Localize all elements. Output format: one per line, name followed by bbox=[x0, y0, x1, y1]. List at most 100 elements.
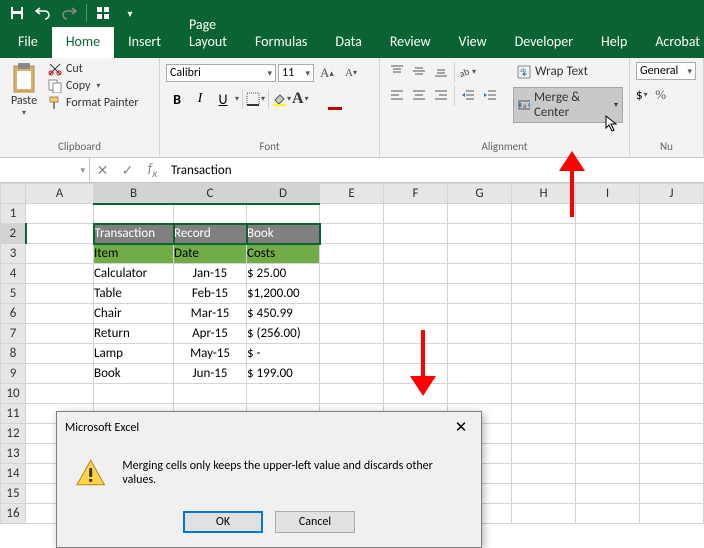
tab-file[interactable]: File bbox=[4, 27, 52, 58]
tab-developer[interactable]: Developer bbox=[501, 27, 587, 58]
row-header[interactable]: 8 bbox=[1, 344, 26, 364]
align-center-icon[interactable] bbox=[408, 86, 430, 104]
row-header[interactable]: 10 bbox=[1, 384, 26, 404]
paste-button[interactable]: Paste ▾ bbox=[6, 62, 42, 138]
format-painter-button[interactable]: Format Painter bbox=[48, 96, 139, 110]
cell[interactable]: Apr-15 bbox=[174, 324, 247, 344]
align-right-icon[interactable] bbox=[430, 86, 452, 104]
increase-indent-icon[interactable] bbox=[479, 86, 501, 104]
cancel-button[interactable]: Cancel bbox=[275, 511, 355, 533]
align-left-icon[interactable] bbox=[386, 86, 408, 104]
font-name-combo[interactable]: Calibri▾ bbox=[166, 64, 276, 82]
increase-font-icon[interactable]: A▴ bbox=[316, 62, 338, 84]
cell[interactable]: $ 450.99 bbox=[247, 304, 320, 324]
percent-button[interactable]: % bbox=[650, 84, 672, 106]
tab-acrobat[interactable]: Acrobat bbox=[641, 27, 704, 58]
fill-color-button[interactable]: ▾ bbox=[272, 92, 291, 106]
cell[interactable]: Table bbox=[94, 284, 174, 304]
copy-button[interactable]: Copy▾ bbox=[48, 79, 139, 93]
formula-input[interactable]: Transaction bbox=[165, 158, 704, 182]
cut-button[interactable]: Cut bbox=[48, 62, 139, 76]
cell[interactable]: May-15 bbox=[174, 344, 247, 364]
cell[interactable]: $1,200.00 bbox=[247, 284, 320, 304]
close-icon[interactable]: ✕ bbox=[449, 418, 473, 437]
cell[interactable]: $ 25.00 bbox=[247, 264, 320, 284]
row-header[interactable]: 14 bbox=[1, 464, 26, 484]
save-icon[interactable] bbox=[6, 2, 28, 24]
col-header[interactable]: B bbox=[94, 184, 174, 204]
ok-button[interactable]: OK bbox=[183, 511, 263, 533]
redo-icon[interactable] bbox=[58, 2, 80, 24]
row-header[interactable]: 4 bbox=[1, 264, 26, 284]
row-header[interactable]: 16 bbox=[1, 504, 26, 524]
decrease-indent-icon[interactable] bbox=[457, 86, 479, 104]
align-bottom-icon[interactable] bbox=[430, 62, 452, 80]
accounting-format-button[interactable]: $▾ bbox=[636, 84, 648, 106]
font-color-button[interactable]: A▾ bbox=[292, 90, 309, 108]
col-header[interactable]: E bbox=[320, 184, 384, 204]
cell[interactable]: $ - bbox=[247, 344, 320, 364]
cell[interactable]: Mar-15 bbox=[174, 304, 247, 324]
row-header[interactable]: 11 bbox=[1, 404, 26, 424]
cell[interactable]: Date bbox=[174, 244, 247, 264]
cell[interactable]: Calculator bbox=[94, 264, 174, 284]
cell[interactable]: Record bbox=[174, 224, 247, 244]
font-size-combo[interactable]: 11▾ bbox=[278, 64, 314, 82]
col-header[interactable]: C bbox=[174, 184, 247, 204]
wrap-text-button[interactable]: ab Wrap Text bbox=[513, 62, 623, 81]
number-format-combo[interactable]: General▾ bbox=[636, 62, 696, 80]
col-header[interactable]: I bbox=[576, 184, 640, 204]
select-all-corner[interactable] bbox=[1, 184, 26, 204]
underline-button[interactable]: U▾ bbox=[212, 88, 239, 110]
row-header[interactable]: 13 bbox=[1, 444, 26, 464]
row-header[interactable]: 5 bbox=[1, 284, 26, 304]
cancel-formula-icon[interactable]: ✕ bbox=[90, 158, 115, 182]
bold-button[interactable]: B bbox=[166, 88, 188, 110]
fx-icon[interactable]: fx bbox=[140, 158, 165, 182]
decrease-font-icon[interactable]: A▾ bbox=[340, 62, 362, 84]
touch-mode-icon[interactable] bbox=[93, 2, 115, 24]
tab-formulas[interactable]: Formulas bbox=[241, 27, 321, 58]
row-header[interactable]: 12 bbox=[1, 424, 26, 444]
cell[interactable]: Lamp bbox=[94, 344, 174, 364]
italic-button[interactable]: I bbox=[189, 88, 211, 110]
col-header[interactable]: H bbox=[512, 184, 576, 204]
orientation-button[interactable]: ab▾ bbox=[457, 62, 476, 82]
cell[interactable]: Book bbox=[94, 364, 174, 384]
name-box[interactable]: ▾ bbox=[0, 158, 90, 182]
row-header[interactable]: 15 bbox=[1, 484, 26, 504]
tab-data[interactable]: Data bbox=[321, 27, 375, 58]
cell[interactable]: Transaction bbox=[94, 224, 174, 244]
cell[interactable]: Jan-15 bbox=[174, 264, 247, 284]
tab-insert[interactable]: Insert bbox=[114, 27, 175, 58]
cell[interactable]: Chair bbox=[94, 304, 174, 324]
row-header[interactable]: 3 bbox=[1, 244, 26, 264]
col-header[interactable]: G bbox=[448, 184, 512, 204]
tab-page-layout[interactable]: Page Layout bbox=[175, 10, 241, 58]
cell[interactable]: Costs bbox=[247, 244, 320, 264]
enter-formula-icon[interactable]: ✓ bbox=[115, 158, 140, 182]
align-top-icon[interactable] bbox=[386, 62, 408, 80]
cell[interactable]: $ 199.00 bbox=[247, 364, 320, 384]
row-header[interactable]: 7 bbox=[1, 324, 26, 344]
border-button[interactable]: ▾ bbox=[246, 92, 265, 106]
tab-review[interactable]: Review bbox=[376, 27, 445, 58]
tab-view[interactable]: View bbox=[445, 27, 501, 58]
col-header[interactable]: D bbox=[247, 184, 320, 204]
cell[interactable]: Jun-15 bbox=[174, 364, 247, 384]
cell[interactable]: Return bbox=[94, 324, 174, 344]
customize-qat-icon[interactable]: ▾ bbox=[119, 2, 141, 24]
row-header[interactable]: 6 bbox=[1, 304, 26, 324]
cell[interactable]: Book bbox=[247, 224, 320, 244]
col-header[interactable]: J bbox=[640, 184, 704, 204]
col-header[interactable]: F bbox=[384, 184, 448, 204]
cell[interactable]: $ (256.00) bbox=[247, 324, 320, 344]
undo-icon[interactable] bbox=[32, 2, 54, 24]
col-header[interactable]: A bbox=[26, 184, 94, 204]
cell[interactable]: Item bbox=[94, 244, 174, 264]
row-header[interactable]: 9 bbox=[1, 364, 26, 384]
tab-help[interactable]: Help bbox=[587, 27, 641, 58]
align-middle-icon[interactable] bbox=[408, 62, 430, 80]
row-header[interactable]: 1 bbox=[1, 204, 26, 224]
cell[interactable]: Feb-15 bbox=[174, 284, 247, 304]
